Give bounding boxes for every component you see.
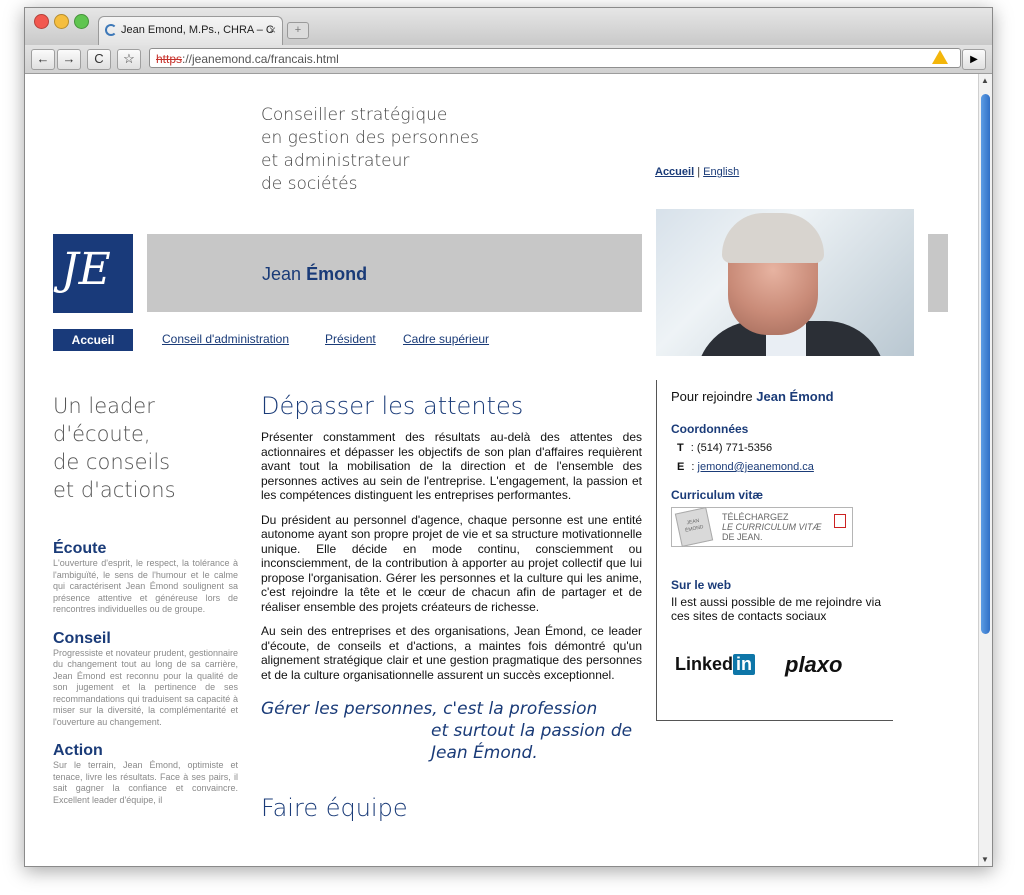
ecoute-title: Écoute [53,540,107,557]
browser-tab[interactable]: Jean Emond, M.Ps., CHRA – C × [98,16,283,46]
ecoute-text: L'ouverture d'esprit, le respect, la tol… [53,558,238,614]
url-scheme: https [156,52,183,66]
page-title: Dépasser les attentes [261,392,524,420]
quote-line: et surtout la passion de Jean Émond. [431,721,633,763]
new-tab-button[interactable]: + [287,22,309,39]
contact-title-prefix: Pour rejoindre [671,389,753,404]
email-label: E [677,461,685,473]
logo-monogram: JE [61,244,111,295]
portrait-photo [656,209,914,356]
back-button[interactable]: ← [31,49,55,70]
contact-sidebar: Pour rejoindre Jean Émond Coordonnées T … [656,380,893,721]
tagline: Conseiller stratégique en gestion des pe… [261,104,479,196]
coordonnees-title: Coordonnées [671,422,749,436]
last-name: Émond [306,264,368,284]
action-text: Sur le terrain, Jean Émond, optimiste et… [53,760,238,805]
tagline-line: Conseiller stratégique [261,105,448,125]
pdf-icon [834,514,846,528]
linkedin-logo-badge: in [733,654,756,675]
paragraph: Du président au personnel d'agence, chaq… [261,512,642,614]
left-column: Un leader d'écoute, de conseils et d'act… [53,392,238,806]
section-heading: Faire équipe [261,794,408,822]
action-title: Action [53,742,103,759]
browser-toolbar: ← → C ☆ https://jeanemond.ca/francais.ht… [25,45,992,74]
phone-number: : (514) 771-5356 [690,442,773,454]
tab-title: Jean Emond, M.Ps., CHRA – C [121,24,274,36]
security-warning-icon[interactable] [932,50,948,64]
page-content: Conseiller stratégique en gestion des pe… [25,74,978,866]
main-column: Dépasser les attentes Présenter constamm… [261,392,642,822]
title-bar: Jean Emond, M.Ps., CHRA – C × + [25,8,992,46]
scroll-up-icon[interactable]: ▲ [981,76,989,85]
web-text: Il est aussi possible de me rejoindre vi… [671,595,881,623]
cv-download-text: TÉLÉCHARGEZ LE CURRICULUM VITÆ DE JEAN. [722,512,822,542]
cv-download-button[interactable]: JEAN ÉMOND TÉLÉCHARGEZ LE CURRICULUM VIT… [671,507,853,547]
cv-line: LE CURRICULUM VITÆ [722,522,822,532]
contact-title-name: Jean Émond [756,389,834,404]
nav-conseil-link[interactable]: Conseil d'administration [162,332,289,346]
zoom-window-button[interactable] [74,14,89,29]
plaxo-link[interactable]: plaxo [785,652,842,678]
browser-window: Jean Emond, M.Ps., CHRA – C × + ← → C ☆ … [24,7,993,867]
page-menu-button[interactable]: ▶ [962,49,986,70]
lead-line: de conseils [53,450,171,474]
cv-thumbnail-icon: JEAN ÉMOND [674,507,714,547]
tab-close-icon[interactable]: × [269,17,276,43]
reload-button[interactable]: C [87,49,111,70]
nav-cadre-link[interactable]: Cadre supérieur [403,332,489,346]
name-banner: Jean Émond [147,234,642,312]
language-switcher: Accueil | English [655,166,739,178]
lead-line: d'écoute, [53,422,151,446]
conseil-text: Progressiste et novateur prudent, gestio… [53,647,238,727]
phone-label: T [677,442,684,454]
url-path: ://jeanemond.ca/francais.html [182,52,339,66]
quote-line: Gérer les personnes, c'est la profession [261,699,598,719]
je-logo: JE [53,234,133,313]
site-owner-name: Jean Émond [262,264,367,285]
nav-president-link[interactable]: Président [325,332,376,346]
email-line: E : jemond@jeanemond.ca [677,461,814,473]
portrait-hair [722,213,824,263]
close-window-button[interactable] [34,14,49,29]
scrollbar-thumb[interactable] [981,94,990,634]
lang-accueil-link[interactable]: Accueil [655,166,694,178]
bookmark-star-button[interactable]: ☆ [117,49,141,70]
first-name: Jean [262,264,302,284]
phone-line: T : (514) 771-5356 [677,442,772,454]
tagline-line: en gestion des personnes [261,128,479,148]
scroll-down-icon[interactable]: ▼ [981,855,989,864]
vertical-scrollbar[interactable]: ▲ ▼ [978,74,992,866]
cv-title: Curriculum vitæ [671,488,764,502]
paragraph: Au sein des entreprises et des organisat… [261,624,642,682]
lang-separator: | [697,166,701,178]
contact-title: Pour rejoindre Jean Émond [671,389,834,404]
minimize-window-button[interactable] [54,14,69,29]
nav-accueil-button[interactable]: Accueil [53,329,133,351]
pull-quote: Gérer les personnes, c'est la profession… [261,698,642,764]
leader-heading: Un leader d'écoute, de conseils et d'act… [53,392,238,504]
decor-bar [928,234,948,312]
cv-line: TÉLÉCHARGEZ [722,512,789,522]
conseil-title: Conseil [53,629,111,647]
lead-line: Un leader [53,394,155,418]
email-link[interactable]: jemond@jeanemond.ca [698,461,814,473]
window-controls [34,14,94,34]
tagline-line: et administrateur [261,151,410,171]
cv-line: DE JEAN. [722,532,763,542]
tagline-line: de sociétés [261,174,358,194]
linkedin-link[interactable]: Linked in [675,654,756,675]
site-favicon-icon [105,24,117,36]
paragraph: Présenter constamment des résultats au-d… [261,430,642,502]
email-separator: : [691,461,695,473]
lead-line: et d'actions [53,478,176,502]
address-bar[interactable]: https://jeanemond.ca/francais.html [149,48,961,68]
forward-button[interactable]: → [57,49,81,70]
lang-english-link[interactable]: English [703,166,739,178]
web-title: Sur le web [671,578,732,592]
linkedin-logo-text: Linked [675,654,734,674]
